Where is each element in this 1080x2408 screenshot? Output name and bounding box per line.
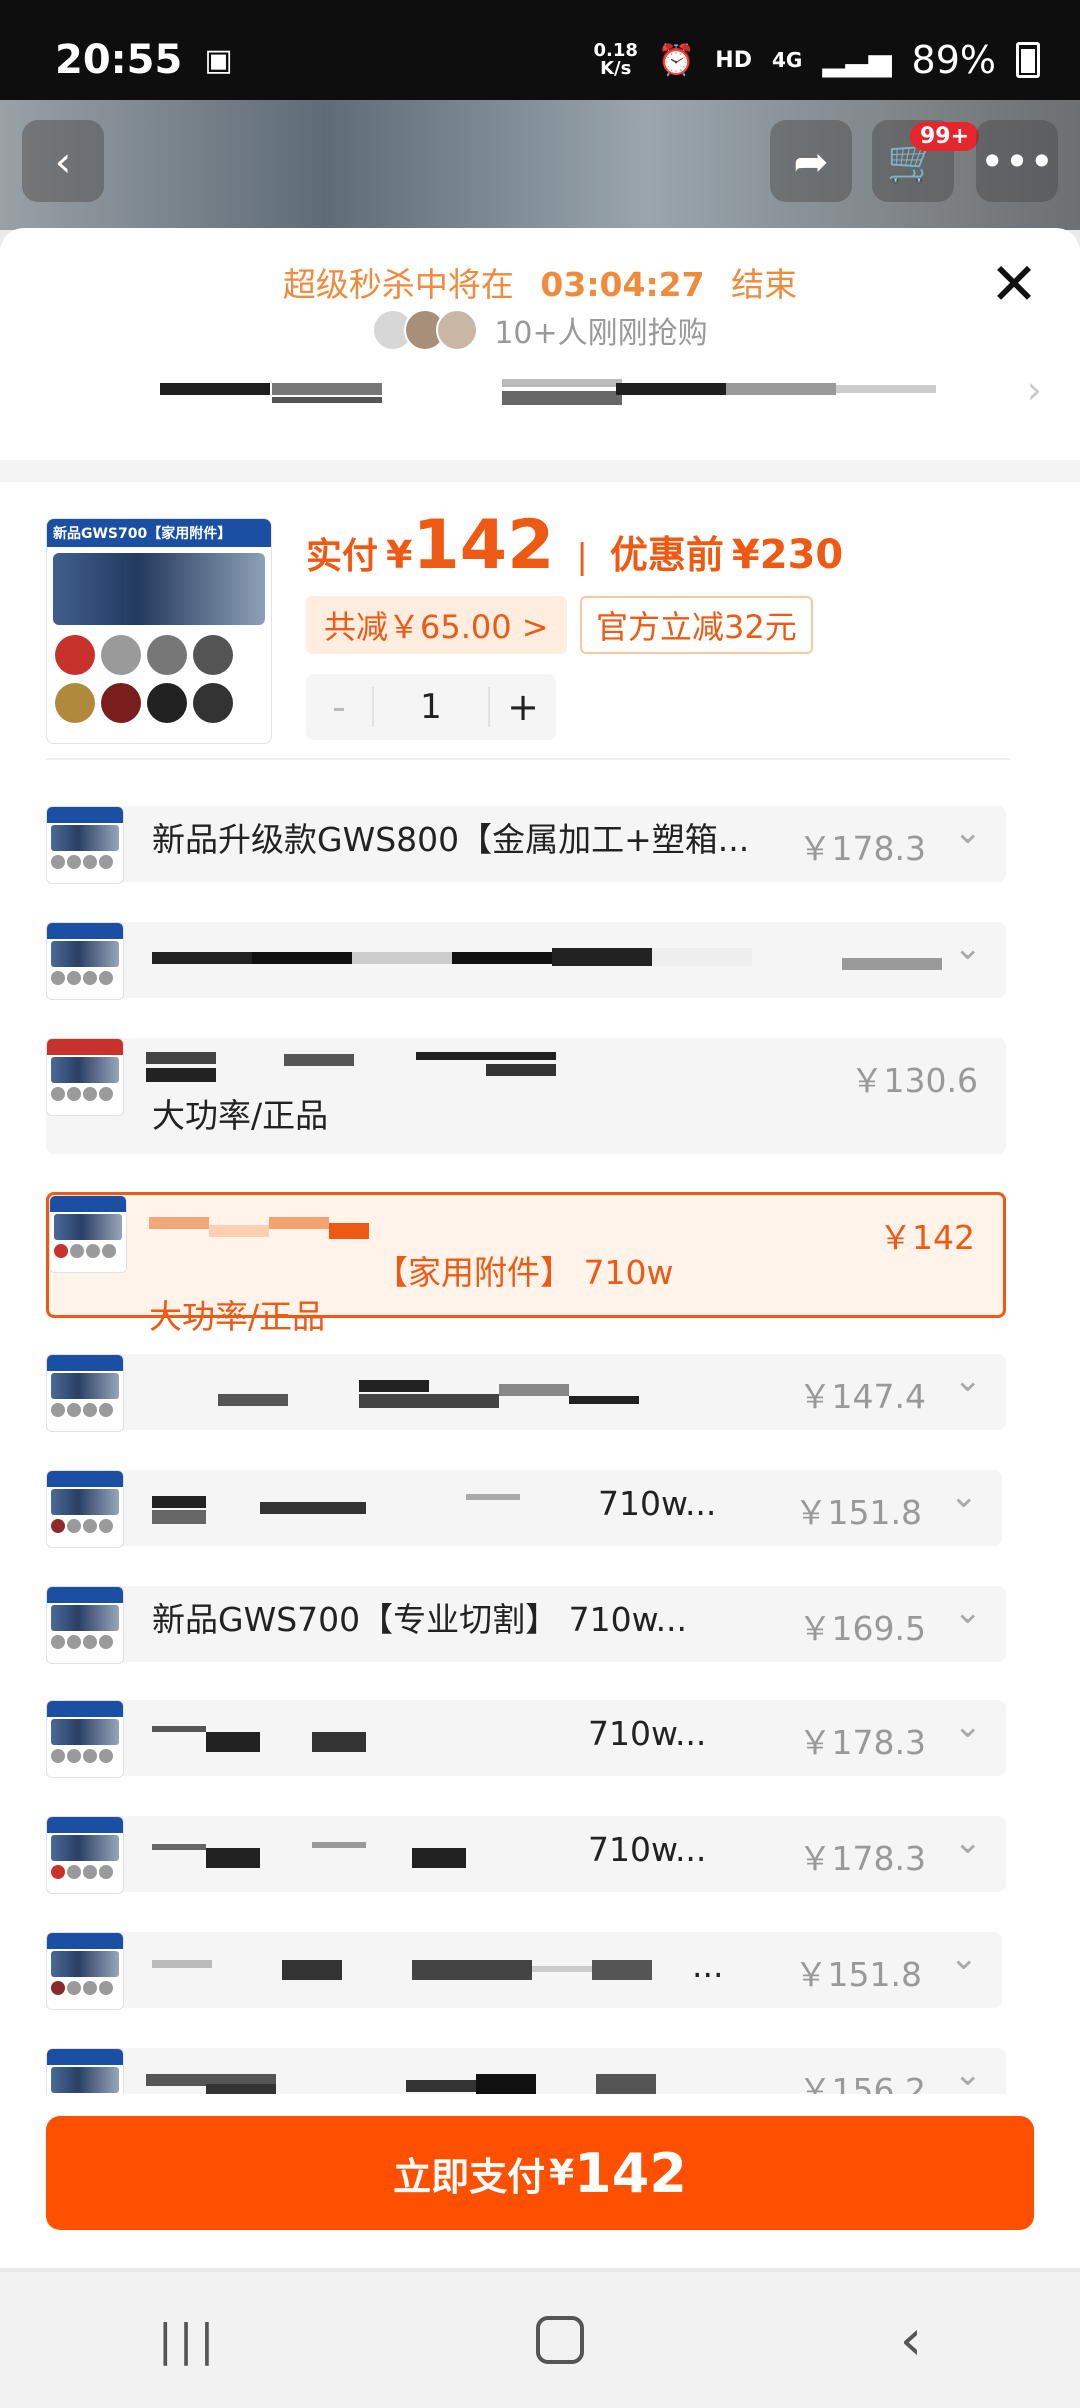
option-item[interactable]: 新品GWS700【专业切割】 710w... ￥169.5 ⌄ — [46, 1586, 1006, 1664]
option-item[interactable]: ... ￥151.8 ⌄ — [46, 1932, 1002, 2010]
avatar — [436, 309, 479, 351]
option-thumbnail — [46, 1586, 124, 1664]
option-price: ￥151.8 — [794, 1493, 922, 1532]
cart-badge: 99+ — [910, 122, 980, 151]
flash-sale-line: 超级秒杀中将在 03:04:27 结束 — [282, 265, 798, 304]
net-speed: 0.18 K/s — [593, 40, 638, 79]
chevron-down-icon[interactable]: ⌄ — [950, 1476, 979, 1516]
option-price: ￥142 — [879, 1218, 975, 1257]
option-label: 710w... — [598, 1484, 717, 1523]
countdown-timer: 03:04:27 — [540, 265, 705, 304]
recent-buyers: 10+人刚刚抢购 — [0, 308, 1080, 352]
option-item[interactable]: ￥147.4 ⌄ — [46, 1354, 1006, 1432]
before-amount: ¥230 — [731, 532, 844, 578]
chevron-down-icon[interactable]: ⌄ — [954, 1592, 983, 1632]
option-price: ￥178.3 — [798, 1723, 926, 1762]
nav-back-icon[interactable]: ‹ — [900, 2308, 922, 2373]
buyer-avatars — [372, 309, 479, 351]
option-item[interactable]: ￥156.2 ⌄ — [46, 2048, 1006, 2094]
option-label: 新品GWS700【专业切割】 710w... — [152, 1600, 688, 1639]
option-thumbnail — [46, 1816, 124, 1894]
option-label: 710w... — [588, 1830, 707, 1869]
option-label: 大功率/正品 — [152, 1096, 329, 1135]
gallery-icon: ▣ — [204, 42, 233, 78]
chevron-down-icon[interactable]: ⌄ — [954, 1822, 983, 1862]
option-thumbnail — [46, 806, 124, 884]
recents-icon[interactable]: ||| — [158, 2315, 220, 2366]
chevron-down-icon[interactable]: ⌄ — [954, 812, 983, 852]
option-label: 【家用附件】 710w 大功率/正品 — [149, 1253, 674, 1336]
product-thumbnail[interactable]: 新品GWS700【家用附件】 — [46, 518, 272, 744]
chevron-down-icon[interactable]: ⌄ — [950, 1938, 979, 1978]
option-label — [152, 934, 792, 974]
alarm-icon: ⏰ — [657, 42, 696, 78]
option-thumbnail — [46, 1470, 124, 1548]
section-divider — [0, 460, 1080, 482]
accessory-images — [47, 631, 271, 679]
option-thumbnail — [46, 1038, 124, 1116]
option-thumbnail — [49, 1195, 127, 1273]
official-discount-chip: 官方立减32元 — [580, 596, 813, 654]
battery-text: 89% — [911, 38, 996, 82]
option-item[interactable]: 新品升级款GWS800【金属加工+塑箱... ￥178.3 ⌄ — [46, 806, 1006, 884]
network-indicator: 4G — [771, 48, 803, 72]
quantity-stepper: - 1 + — [306, 674, 556, 740]
option-price: ￥151.8 — [794, 1955, 922, 1994]
option-item[interactable]: 大功率/正品 ￥130.6 — [46, 1038, 1006, 1154]
option-price: ￥169.5 — [798, 1609, 926, 1648]
pay-label: 实付 — [306, 536, 379, 577]
back-icon[interactable]: ‹ — [22, 120, 104, 202]
option-price: ￥178.3 — [798, 829, 926, 868]
option-item[interactable]: ⌄ — [46, 922, 1006, 1000]
buyers-text: 10+人刚刚抢购 — [494, 316, 708, 351]
chevron-down-icon[interactable]: ⌄ — [954, 1360, 983, 1400]
pay-amount: 142 — [412, 506, 555, 585]
option-label: ... — [692, 1946, 724, 1985]
option-item[interactable]: 710w... ￥178.3 ⌄ — [46, 1816, 1006, 1894]
chevron-down-icon[interactable]: ⌄ — [954, 1706, 983, 1746]
option-thumbnail — [46, 1932, 124, 2010]
before-label: 优惠前 — [609, 533, 724, 577]
option-label: 710w... — [588, 1714, 707, 1753]
option-label: 新品升级款GWS800【金属加工+塑箱... — [152, 820, 750, 859]
option-price: ￥156.2 — [798, 2071, 926, 2094]
share-icon[interactable]: ➦ — [770, 120, 852, 202]
option-thumbnail — [46, 922, 124, 1000]
option-price: ￥147.4 — [798, 1377, 926, 1416]
option-thumbnail — [46, 1354, 124, 1432]
quantity-plus-button[interactable]: + — [490, 685, 556, 729]
option-item-selected[interactable]: 【家用附件】 710w 大功率/正品 ￥142 — [46, 1192, 1006, 1336]
close-icon[interactable]: ✕ — [986, 255, 1042, 313]
discount-chip[interactable]: 共减￥65.00 > — [306, 596, 567, 654]
more-icon[interactable]: ••• — [976, 120, 1058, 202]
thumbnail-title: 新品GWS700【家用附件】 — [47, 519, 271, 547]
pay-price-line: 实付 ¥ 142 | 优惠前 ¥230 — [306, 506, 844, 585]
accessory-images-2 — [47, 679, 271, 727]
pay-now-button[interactable]: 立即支付 ¥ 142 — [46, 2116, 1034, 2230]
quantity-minus-button[interactable]: - — [306, 685, 372, 729]
signal-icon: ▂▃▅ — [822, 42, 892, 78]
hd-indicator: HD — [715, 47, 752, 73]
option-price: ￥130.6 — [850, 1061, 978, 1100]
chevron-down-icon[interactable]: ⌄ — [954, 2054, 983, 2094]
chevron-down-icon[interactable]: ⌄ — [954, 928, 983, 968]
home-icon[interactable] — [536, 2316, 585, 2364]
grinder-image — [53, 553, 265, 625]
option-item[interactable]: 710w... ￥151.8 ⌄ — [46, 1470, 1002, 1548]
status-time: 20:55 — [55, 37, 183, 83]
option-thumbnail — [46, 1700, 124, 1778]
option-thumbnail — [46, 2048, 124, 2094]
quantity-value[interactable]: 1 — [372, 687, 490, 727]
battery-icon — [1016, 42, 1040, 78]
promo-marquee[interactable] — [160, 373, 960, 413]
option-price: ￥178.3 — [798, 1839, 926, 1878]
system-nav-bar: ||| ‹ — [0, 2272, 1080, 2408]
chevron-right-icon[interactable]: › — [1027, 368, 1042, 412]
option-item[interactable]: 710w... ￥178.3 ⌄ — [46, 1700, 1006, 1778]
